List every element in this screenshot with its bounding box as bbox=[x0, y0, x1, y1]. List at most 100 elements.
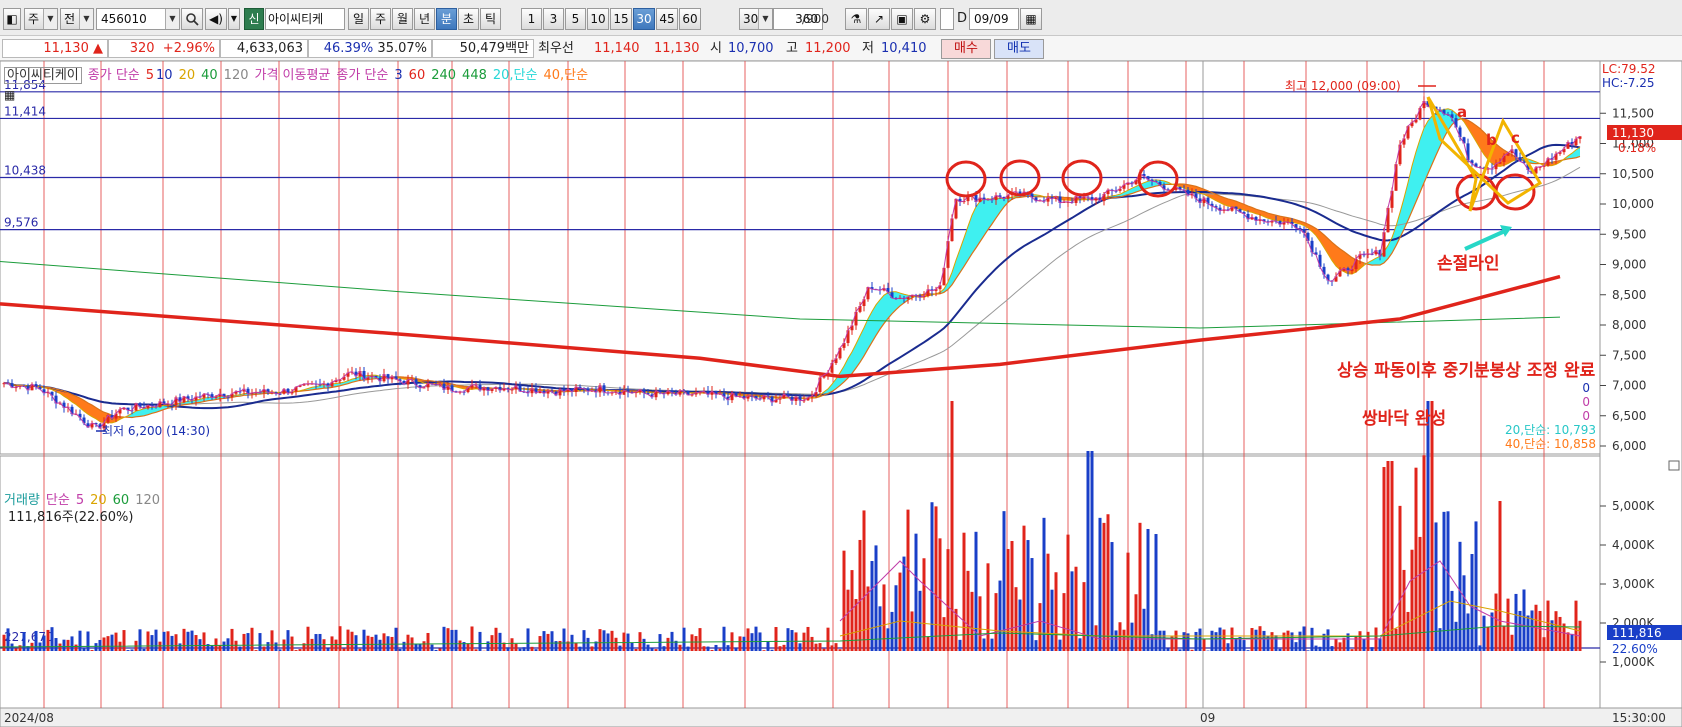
volume-bar bbox=[1510, 634, 1514, 651]
volume-bar bbox=[682, 627, 686, 651]
volume-bar bbox=[1042, 517, 1046, 651]
interval-select-value: 30 bbox=[743, 12, 759, 26]
volume-bar bbox=[274, 642, 278, 651]
price-tick-label-9: 7,000 bbox=[1612, 379, 1646, 393]
volume-bar bbox=[1522, 589, 1526, 651]
interval-tab-60[interactable]: 60 bbox=[679, 8, 701, 30]
volume-pane bbox=[0, 455, 1601, 709]
volume-bar bbox=[1030, 558, 1034, 651]
volume-bar bbox=[1338, 642, 1342, 651]
legend-ma-label: 종가 단순 bbox=[87, 68, 140, 83]
volume-ma-label: 단순 bbox=[45, 493, 70, 508]
volume-bar bbox=[242, 633, 246, 651]
volume-bar bbox=[326, 648, 330, 651]
volume-bar bbox=[374, 634, 378, 651]
wave-label-b: b bbox=[1486, 131, 1497, 149]
high-annotation: 최고 12,000 (09:00) bbox=[1285, 79, 1401, 93]
volume-bar bbox=[170, 635, 174, 651]
buy-button[interactable]: 매수 bbox=[941, 39, 991, 59]
volume-bar bbox=[1082, 582, 1086, 651]
volume-current: 111,816주(22.60%) bbox=[8, 510, 134, 525]
volume-bar bbox=[930, 502, 934, 651]
volume-bar bbox=[382, 633, 386, 651]
price-level-label-1: 11,414 bbox=[4, 104, 46, 118]
stock-name[interactable]: 아이씨티케 bbox=[265, 8, 345, 30]
volume-bar bbox=[906, 509, 910, 651]
legend-period-20: 20 bbox=[178, 68, 196, 83]
volume-bar bbox=[70, 636, 74, 651]
volume-bar bbox=[574, 642, 578, 651]
volume-bar bbox=[1450, 590, 1454, 651]
price-legend: 아이씨티케이 종가 단순 5 10 20 40 120 가격 이동평균 종가 단순 3 60 240 4… bbox=[4, 67, 594, 84]
search-icon[interactable] bbox=[181, 8, 203, 30]
volume-bar bbox=[1330, 646, 1334, 651]
interval-tab-45[interactable]: 45 bbox=[656, 8, 678, 30]
volume-bar bbox=[398, 648, 402, 651]
period-tab-3[interactable]: 년 bbox=[414, 8, 435, 30]
low-value: 10,410 bbox=[881, 41, 927, 56]
volume-bar bbox=[290, 636, 294, 651]
sound-icon[interactable]: ◀) bbox=[205, 8, 227, 30]
draw-tool-icon[interactable]: ↗ bbox=[868, 8, 890, 30]
interval-tab-10[interactable]: 10 bbox=[587, 8, 609, 30]
period-tab-6[interactable]: 틱 bbox=[480, 8, 501, 30]
volume-bar bbox=[650, 648, 654, 651]
volume-bar bbox=[114, 632, 118, 651]
interval-tab-3[interactable]: 3 bbox=[543, 8, 564, 30]
volume-bar bbox=[1358, 631, 1362, 651]
layout-icon[interactable]: ◧ bbox=[3, 8, 21, 30]
volume-box: 4,633,063 bbox=[220, 39, 308, 58]
volume-bar bbox=[1098, 517, 1102, 651]
period-tab-4[interactable]: 분 bbox=[436, 8, 457, 30]
period-tab-2[interactable]: 월 bbox=[392, 8, 413, 30]
interval-tab-30[interactable]: 30 bbox=[633, 8, 655, 30]
period-select[interactable]: 주 ▼ bbox=[24, 8, 58, 30]
date-input[interactable]: 09/09 bbox=[969, 8, 1019, 30]
volume-bar bbox=[814, 643, 818, 651]
volume-bar bbox=[642, 638, 646, 651]
volume-bar bbox=[42, 635, 46, 651]
volume-bar bbox=[1566, 632, 1570, 651]
stock-code-input[interactable]: 456010 ▼ bbox=[96, 8, 180, 30]
volume-bar bbox=[1110, 542, 1114, 651]
volume-bar bbox=[1298, 631, 1302, 651]
save-icon[interactable]: ▣ bbox=[891, 8, 913, 30]
volume-bar bbox=[446, 628, 450, 651]
interval-tab-15[interactable]: 15 bbox=[610, 8, 632, 30]
period-tab-0[interactable]: 일 bbox=[348, 8, 369, 30]
volume-bar bbox=[886, 628, 890, 651]
sell-button[interactable]: 매도 bbox=[994, 39, 1044, 59]
interval-select[interactable]: 30 ▼ bbox=[739, 8, 773, 30]
chevron-down-icon[interactable]: ▼ bbox=[228, 8, 240, 30]
interval-tab-5[interactable]: 5 bbox=[565, 8, 586, 30]
chart-type-icon[interactable]: ⚗ bbox=[845, 8, 867, 30]
period-tab-1[interactable]: 주 bbox=[370, 8, 391, 30]
volume-bar bbox=[342, 648, 346, 651]
volume-bar bbox=[894, 585, 898, 651]
stock-chart[interactable]: 11,85411,41410,4389,576227,67011,50011,0… bbox=[0, 61, 1682, 727]
ma20-value: 20,단순: 10,793 bbox=[1505, 423, 1596, 437]
volume-bar bbox=[1166, 648, 1170, 651]
time-axis-time: 15:30:00 bbox=[1612, 711, 1666, 725]
volume-bar bbox=[1214, 632, 1218, 651]
volume-bar bbox=[994, 593, 998, 651]
volume-bar bbox=[926, 636, 930, 651]
price-tick-label-0: 11,500 bbox=[1612, 106, 1654, 120]
calendar-icon[interactable]: ▦ bbox=[1020, 8, 1042, 30]
volume-bar bbox=[362, 629, 366, 651]
prev-select[interactable]: 전 ▼ bbox=[60, 8, 94, 30]
date-checkbox[interactable] bbox=[940, 8, 954, 30]
gear-icon[interactable]: ⚙ bbox=[914, 8, 936, 30]
volume-bar bbox=[466, 643, 470, 651]
volume-bar bbox=[1122, 629, 1126, 651]
legend-period-10: 10 bbox=[156, 68, 173, 83]
note-double-bottom: 쌍바닥 완성 bbox=[1362, 409, 1446, 429]
volume-bar bbox=[1226, 643, 1230, 651]
interval-tab-1[interactable]: 1 bbox=[521, 8, 542, 30]
volume-bar bbox=[150, 635, 154, 651]
legend-panel-icon[interactable]: ▦ bbox=[4, 87, 15, 103]
turnover-pct: 46.39% bbox=[323, 41, 374, 56]
volume-bar bbox=[434, 649, 438, 651]
volume-bar bbox=[58, 643, 62, 651]
period-tab-5[interactable]: 초 bbox=[458, 8, 479, 30]
